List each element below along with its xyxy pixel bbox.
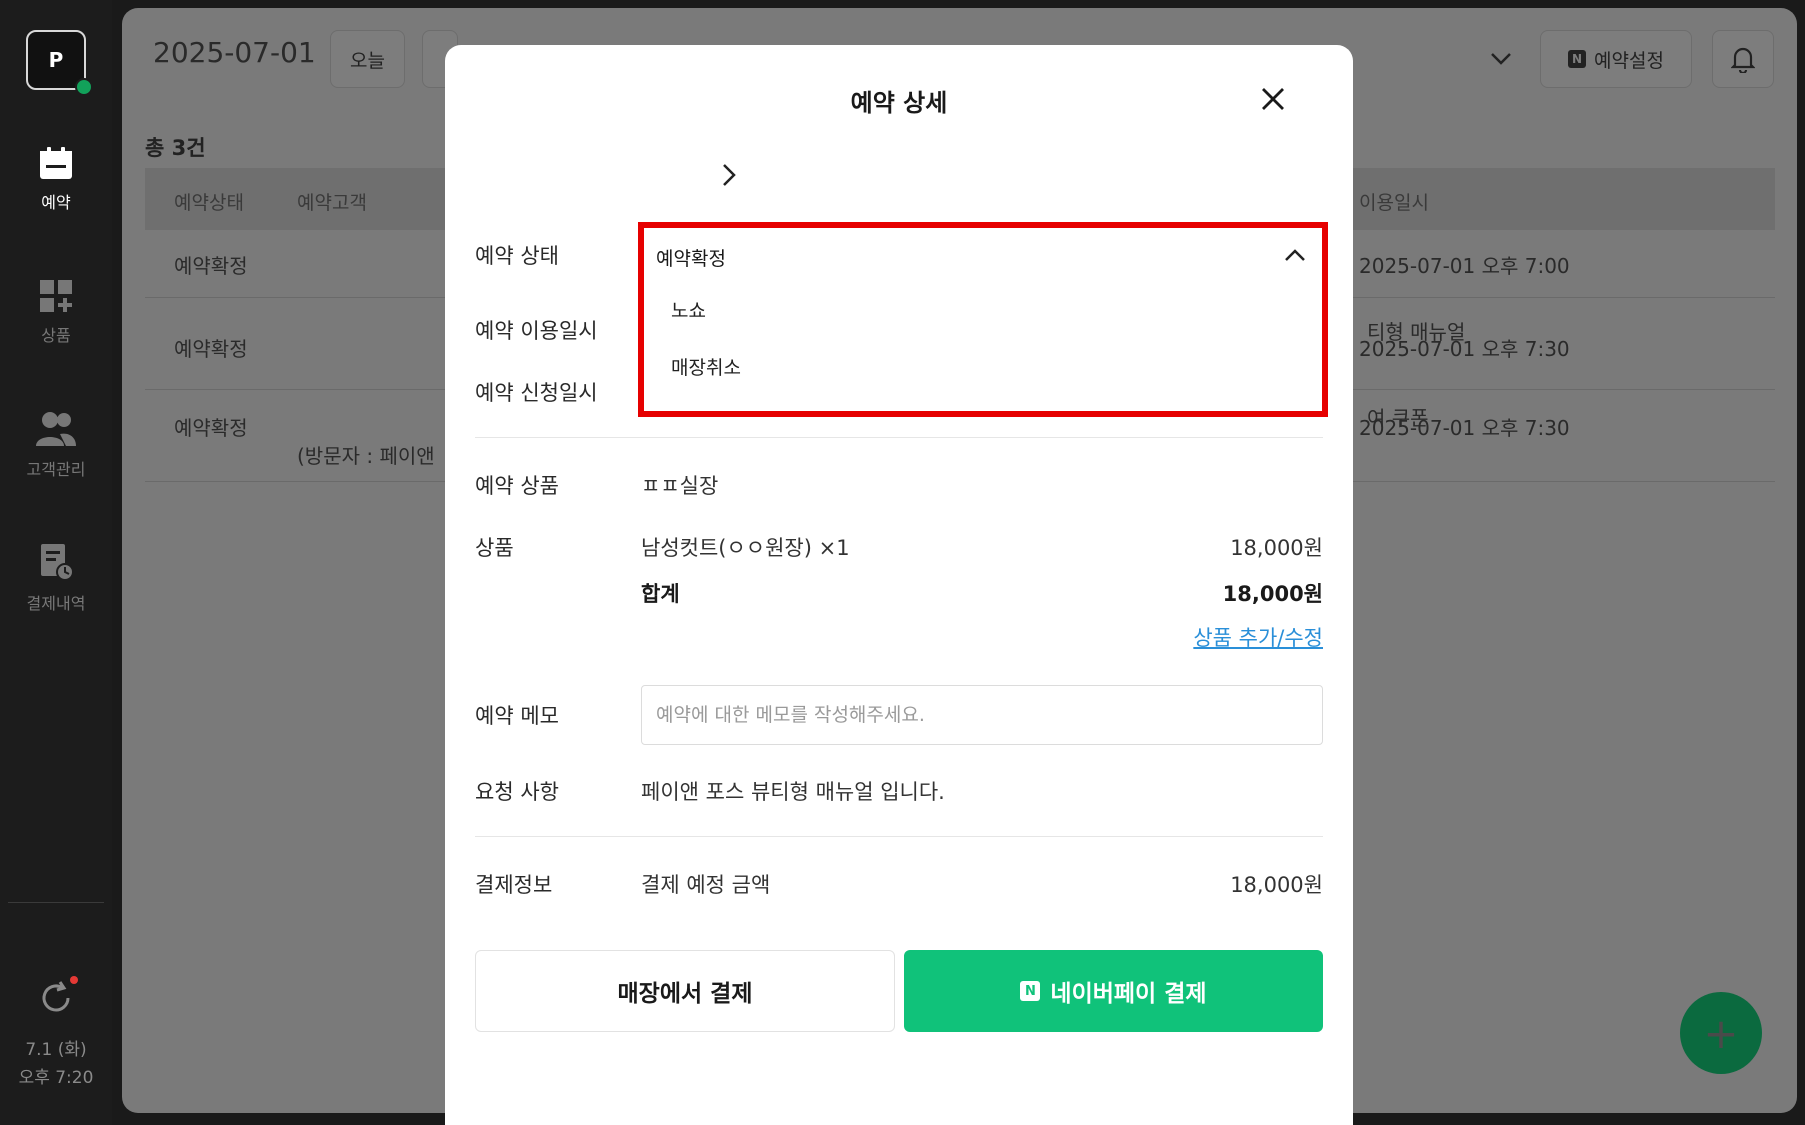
app-logo[interactable]: P	[26, 30, 93, 96]
chevron-right-icon[interactable]	[717, 161, 741, 189]
memo-label: 예약 메모	[475, 704, 559, 728]
use-datetime-label: 예약 이용일시	[475, 319, 598, 343]
sidebar-item-customers[interactable]: 고객관리	[0, 410, 112, 480]
current-date[interactable]: 2025-07-01	[153, 36, 316, 69]
status-option-store-cancel[interactable]: 매장취소	[671, 353, 741, 380]
modal-title: 예약 상세	[850, 89, 948, 117]
item-name: 남성컷트(ㅇㅇ원장) ×1	[641, 536, 850, 560]
naver-n-icon: N	[1568, 50, 1587, 68]
section-divider	[475, 836, 1323, 837]
sidebar-item-label: 고객관리	[26, 460, 86, 479]
payment-expected-value: 18,000원	[1230, 873, 1323, 897]
sidebar-item-reservation[interactable]: 예약	[0, 145, 112, 213]
request-datetime-label: 예약 신청일시	[475, 381, 598, 405]
column-header: 예약상태	[174, 192, 244, 214]
refresh-icon[interactable]	[38, 980, 74, 1016]
status-selected-value[interactable]: 예약확정	[656, 244, 726, 271]
store-pay-button[interactable]: 매장에서 결제	[475, 950, 895, 1032]
reservation-detail-modal: 예약 상세 예약 상태 예약 이용일시 예약 신청일시 예약확정 노쇼 매장취소…	[445, 45, 1353, 1125]
online-status-dot	[75, 78, 93, 96]
clock: 7.1 (화) 오후 7:20	[0, 1036, 112, 1092]
column-header: 이용일시	[1359, 192, 1429, 214]
row-status: 예약확정	[174, 416, 248, 440]
close-icon[interactable]	[1255, 81, 1291, 117]
product-grid-icon	[40, 280, 72, 312]
sidebar-divider	[8, 902, 104, 903]
request-label: 요청 사항	[475, 780, 559, 804]
today-button[interactable]: 오늘	[330, 30, 405, 88]
row-datetime: 2025-07-01 오후 7:00	[1359, 254, 1570, 278]
product-label: 예약 상품	[475, 474, 559, 498]
clock-time: 오후 7:20	[18, 1068, 94, 1088]
total-count: 총 3건	[145, 136, 206, 160]
row-datetime: 2025-07-01 오후 7:30	[1359, 416, 1570, 440]
column-header: 예약고객	[297, 192, 367, 214]
request-value: 페이앤 포스 뷰티형 매뉴얼 입니다.	[641, 780, 945, 804]
payment-expected-label: 결제 예정 금액	[641, 873, 771, 897]
status-label: 예약 상태	[475, 244, 559, 268]
naver-n-icon: N	[1020, 981, 1041, 1001]
sidebar-item-label: 상품	[41, 326, 71, 345]
status-dropdown[interactable]: 예약확정 노쇼 매장취소	[638, 222, 1328, 417]
edit-products-link[interactable]: 상품 추가/수정	[1193, 622, 1323, 652]
notification-button[interactable]	[1712, 30, 1774, 88]
add-reservation-button[interactable]: +	[1680, 992, 1762, 1074]
customers-icon	[36, 412, 76, 446]
reservation-settings-button[interactable]: N 예약설정	[1540, 30, 1692, 88]
sidebar-item-products[interactable]: 상품	[0, 278, 112, 346]
row-status: 예약확정	[174, 254, 248, 278]
section-divider	[475, 437, 1323, 438]
chevron-down-icon	[1491, 53, 1511, 65]
notification-dot	[70, 976, 78, 984]
clock-date: 7.1 (화)	[25, 1040, 87, 1060]
reservation-settings-label: 예약설정	[1594, 49, 1664, 72]
row-datetime: 2025-07-01 오후 7:30	[1359, 337, 1570, 361]
sum-value: 18,000원	[1222, 582, 1323, 606]
naver-pay-button[interactable]: N 네이버페이 결제	[904, 950, 1323, 1032]
sidebar: P 예약 상품 고객관리 결제내역 7.1 (화) 오후 7:20	[0, 0, 112, 1125]
naver-pay-label: 네이버페이 결제	[1050, 981, 1207, 1007]
sidebar-item-label: 예약	[41, 193, 71, 212]
item-price: 18,000원	[1230, 536, 1323, 560]
chevron-up-icon[interactable]	[1282, 242, 1308, 268]
status-option-noshow[interactable]: 노쇼	[671, 296, 706, 323]
product-value: ㅍㅍ실장	[641, 474, 719, 498]
memo-input[interactable]	[641, 685, 1323, 745]
items-label: 상품	[475, 536, 514, 560]
payment-label: 결제정보	[475, 873, 553, 897]
plus-icon: +	[1703, 1008, 1739, 1058]
bell-icon	[1731, 47, 1755, 73]
calendar-icon	[40, 147, 72, 179]
sidebar-item-label: 결제내역	[26, 594, 86, 613]
row-customer: (방문자 : 페이앤	[297, 444, 435, 468]
sum-label: 합계	[641, 582, 680, 606]
sidebar-item-payment-history[interactable]: 결제내역	[0, 542, 112, 614]
payment-history-icon	[41, 544, 74, 581]
row-status: 예약확정	[174, 337, 248, 361]
logo-text: P	[48, 48, 64, 72]
